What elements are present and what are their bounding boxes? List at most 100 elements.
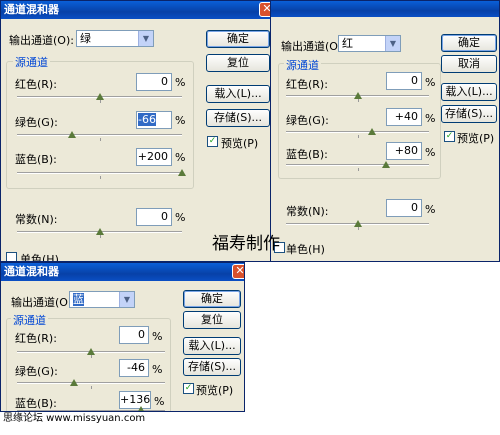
- red-label: 红色(R):: [15, 78, 57, 91]
- constant-slider-thumb[interactable]: [95, 228, 104, 235]
- blue-label: 蓝色(B):: [286, 148, 328, 161]
- green-slider-track[interactable]: [286, 131, 429, 133]
- blue-slider-thumb[interactable]: [382, 161, 391, 168]
- dialog-titlebar: 通道混和器: [1, 263, 244, 281]
- blue-slider-track[interactable]: [17, 172, 182, 174]
- constant-label: 常数(N):: [286, 205, 329, 218]
- blue-percent: %: [154, 395, 165, 408]
- load-button[interactable]: 载入(L)...: [206, 85, 270, 103]
- red-input[interactable]: 0: [386, 72, 422, 90]
- monochrome-checkbox[interactable]: [6, 252, 17, 261]
- green-slider-thumb[interactable]: [367, 128, 376, 135]
- red-slider-thumb[interactable]: [87, 348, 95, 355]
- blue-input[interactable]: +80: [386, 142, 422, 160]
- slider-center-tick: [357, 168, 359, 171]
- green-input[interactable]: -46: [119, 359, 149, 377]
- green-input-selected-text: -66: [138, 113, 156, 126]
- output-channel-value: 绿: [80, 32, 91, 45]
- monochrome-label: 单色(H): [20, 253, 59, 262]
- save-button[interactable]: 存储(S)...: [183, 358, 241, 376]
- chevron-down-icon[interactable]: ▼: [119, 292, 134, 307]
- green-percent: %: [425, 112, 436, 125]
- preview-label: 预览(P): [196, 384, 234, 397]
- reset-button[interactable]: 复位: [183, 311, 241, 329]
- checkmark-icon: ✓: [208, 136, 217, 146]
- red-label: 红色(R):: [15, 332, 57, 345]
- slider-center-tick: [91, 386, 92, 389]
- red-percent: %: [152, 330, 163, 343]
- constant-input[interactable]: 0: [136, 208, 172, 226]
- load-button[interactable]: 载入(L)...: [183, 337, 241, 355]
- constant-label: 常数(N):: [15, 213, 58, 226]
- close-icon[interactable]: ✕: [232, 264, 244, 279]
- channel-mixer-dialog-blue: 通道混和器 ✕ 输出通道(O): 蓝 ▼ 源通道 红色(R): 0 % 绿色(G…: [0, 262, 245, 412]
- monochrome-label: 单色(H): [286, 243, 325, 256]
- slider-center-tick: [99, 100, 101, 103]
- output-channel-value: 蓝: [73, 293, 84, 306]
- source-channels-label: 源通道: [284, 57, 321, 73]
- load-button[interactable]: 载入(L)...: [441, 83, 497, 101]
- preview-label: 预览(P): [221, 137, 259, 150]
- green-input[interactable]: -66: [136, 111, 172, 129]
- green-slider-track[interactable]: [17, 382, 165, 384]
- preview-checkbox[interactable]: ✓: [444, 131, 455, 142]
- constant-input[interactable]: 0: [386, 199, 422, 217]
- green-slider-track[interactable]: [17, 134, 182, 136]
- blue-label: 蓝色(B):: [15, 397, 57, 410]
- dialog-titlebar: 通道混和器: [1, 1, 271, 19]
- channel-mixer-dialog-red: 输出通道(O): 红 ▼ 源通道 红色(R): 0 % 绿色(G): +40 %…: [270, 0, 500, 262]
- blue-input[interactable]: +136: [119, 391, 151, 409]
- ok-button[interactable]: 确定: [206, 30, 270, 48]
- cancel-button[interactable]: 取消: [441, 55, 497, 73]
- chevron-down-icon[interactable]: ▼: [385, 36, 400, 51]
- blue-percent: %: [425, 146, 436, 159]
- watermark-text: 福寿制作: [212, 234, 280, 254]
- red-slider-thumb[interactable]: [95, 93, 104, 100]
- output-channel-select[interactable]: 红 ▼: [338, 35, 401, 52]
- green-slider-thumb[interactable]: [69, 379, 78, 386]
- green-label: 绿色(G):: [15, 365, 58, 378]
- checkmark-icon: ✓: [445, 131, 454, 141]
- ok-button[interactable]: 确定: [183, 290, 241, 308]
- preview-checkbox[interactable]: ✓: [183, 383, 194, 394]
- constant-percent: %: [425, 203, 436, 216]
- blue-percent: %: [175, 151, 186, 164]
- blue-input[interactable]: +200: [136, 148, 172, 166]
- green-label: 绿色(G):: [15, 116, 58, 129]
- output-channel-label: 输出通道(O):: [9, 34, 74, 47]
- red-input[interactable]: 0: [119, 326, 149, 344]
- preview-checkbox[interactable]: ✓: [207, 136, 218, 147]
- slider-center-tick: [99, 176, 101, 179]
- blue-label: 蓝色(B):: [15, 153, 57, 166]
- reset-button[interactable]: 复位: [206, 54, 270, 72]
- output-channel-select[interactable]: 绿 ▼: [76, 30, 154, 47]
- green-label: 绿色(G):: [286, 114, 329, 127]
- source-channels-label: 源通道: [11, 312, 48, 328]
- red-percent: %: [425, 76, 436, 89]
- ok-button[interactable]: 确定: [441, 34, 497, 52]
- channel-mixer-dialog-green: 通道混和器 ✕ 输出通道(O): 绿 ▼ 源通道 红色(R): 0 % 绿色(G…: [0, 0, 272, 262]
- save-button[interactable]: 存储(S)...: [441, 105, 497, 123]
- output-channel-select[interactable]: 蓝 ▼: [69, 291, 135, 308]
- output-channel-label: 输出通道(O):: [11, 296, 76, 309]
- dialog-titlebar: [271, 1, 499, 17]
- green-slider-thumb[interactable]: [68, 131, 77, 138]
- blue-slider-thumb[interactable]: [178, 169, 186, 176]
- constant-slider-thumb[interactable]: [353, 220, 362, 227]
- output-channel-label: 输出通道(O):: [281, 40, 346, 53]
- checkmark-icon: ✓: [184, 383, 193, 393]
- preview-label: 预览(P): [457, 132, 495, 145]
- red-percent: %: [175, 76, 186, 89]
- slider-center-tick: [99, 138, 101, 141]
- constant-percent: %: [175, 211, 186, 224]
- red-input[interactable]: 0: [136, 73, 172, 91]
- slider-center-tick: [357, 135, 359, 138]
- save-button[interactable]: 存储(S)...: [206, 109, 270, 127]
- green-percent: %: [175, 114, 186, 127]
- red-slider-thumb[interactable]: [353, 92, 362, 99]
- chevron-down-icon[interactable]: ▼: [138, 31, 153, 46]
- blue-slider-track[interactable]: [286, 164, 429, 166]
- slider-center-tick: [357, 227, 359, 230]
- site-footer-watermark: 思缘论坛 www.missyuan.com: [3, 413, 146, 424]
- green-input[interactable]: +40: [386, 108, 422, 126]
